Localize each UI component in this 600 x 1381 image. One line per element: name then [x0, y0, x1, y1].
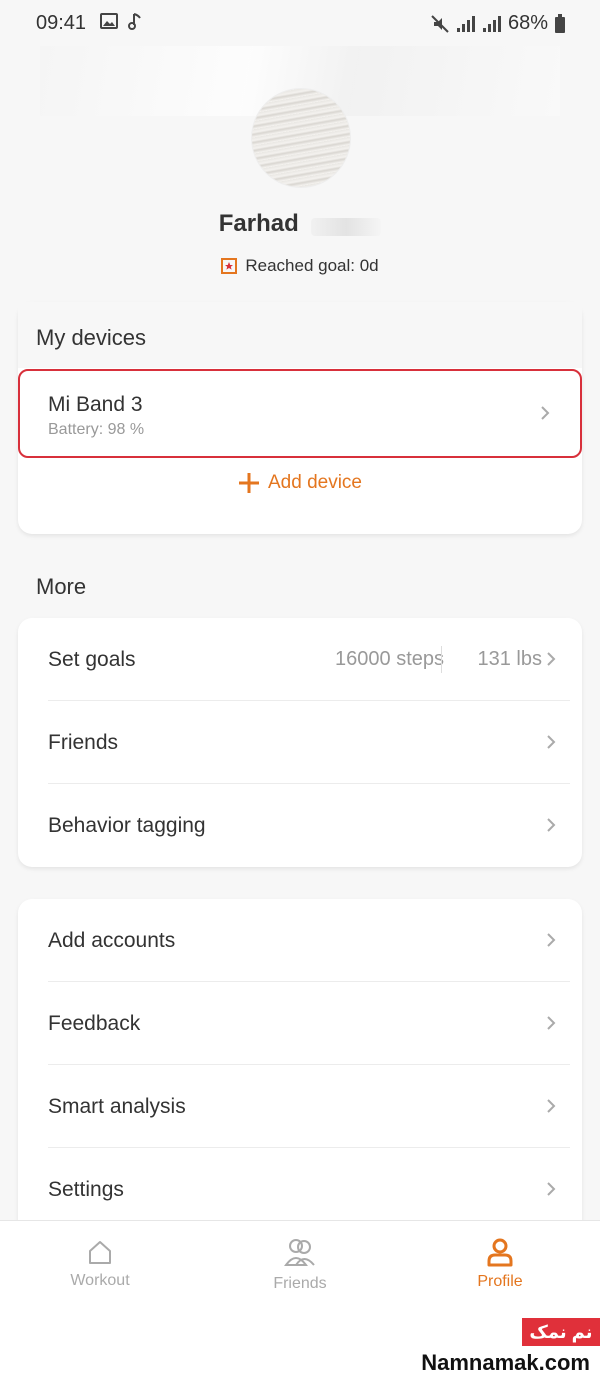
- set-goals-label: Set goals: [48, 648, 136, 671]
- goal-row: Reached goal: 0d: [0, 256, 600, 276]
- nav-profile[interactable]: Profile: [400, 1221, 600, 1321]
- friends-icon: [284, 1239, 315, 1266]
- watermark-text: Namnamak.com: [421, 1350, 590, 1375]
- row-behavior-tagging[interactable]: Behavior tagging: [48, 784, 570, 867]
- nav-friends[interactable]: Friends: [200, 1221, 400, 1321]
- row-settings[interactable]: Settings: [48, 1148, 570, 1231]
- watermark-badge: نم نمک: [522, 1318, 600, 1346]
- signal-icon: [482, 15, 501, 32]
- device-battery: Battery: 98 %: [48, 421, 145, 438]
- redacted-surname: [311, 217, 382, 236]
- profile-name-row: Farhad: [0, 210, 600, 238]
- music-note-icon: [128, 13, 141, 30]
- row-smart-analysis[interactable]: Smart analysis: [48, 1065, 570, 1148]
- avatar[interactable]: [251, 88, 351, 188]
- behavior-tagging-label: Behavior tagging: [48, 814, 206, 837]
- image-icon: [100, 13, 118, 29]
- status-bar: 09:41 68%: [0, 0, 600, 46]
- add-accounts-label: Add accounts: [48, 929, 176, 952]
- mute-icon: [431, 14, 449, 33]
- screen: 09:41 68% Farhad Reached goal: 0d My dev…: [0, 0, 600, 1381]
- home-icon: [89, 1241, 111, 1264]
- chevron-right-icon: [547, 933, 556, 947]
- chevron-right-icon: [547, 1099, 556, 1113]
- chevron-right-icon: [547, 735, 556, 749]
- device-name: Mi Band 3: [48, 393, 143, 416]
- add-device-label: Add device: [267, 472, 362, 493]
- feedback-label: Feedback: [48, 1012, 141, 1035]
- chevron-right-icon: [547, 818, 556, 832]
- goal-text: Reached goal: 0d: [245, 256, 379, 275]
- device-item-mi-band[interactable]: Mi Band 3 Battery: 98 %: [18, 369, 582, 458]
- row-add-accounts[interactable]: Add accounts: [48, 899, 570, 982]
- chevron-right-icon: [547, 652, 556, 666]
- value-divider: [441, 646, 442, 673]
- weight-value: 131 lbs: [477, 648, 543, 670]
- row-set-goals[interactable]: Set goals 16000 steps 131 lbs: [48, 618, 570, 701]
- chevron-right-icon: [541, 406, 550, 420]
- steps-value: 16000 steps: [335, 648, 444, 670]
- settings-label: Settings: [48, 1178, 124, 1201]
- section-title-devices: My devices: [36, 325, 147, 350]
- chevron-right-icon: [547, 1182, 556, 1196]
- add-device-button[interactable]: Add device: [0, 472, 600, 494]
- row-friends[interactable]: Friends: [48, 701, 570, 784]
- status-time: 09:41: [36, 12, 87, 34]
- row-feedback[interactable]: Feedback: [48, 982, 570, 1065]
- signal-icon: [456, 15, 475, 32]
- friends-label: Friends: [48, 731, 119, 754]
- nav-workout[interactable]: Workout: [0, 1221, 200, 1321]
- battery-icon: [555, 13, 565, 33]
- more-card: Set goals 16000 steps 131 lbs Friends Be…: [18, 618, 582, 867]
- goal-badge-icon: [221, 258, 238, 274]
- profile-name: Farhad: [218, 210, 299, 237]
- chevron-right-icon: [547, 1016, 556, 1030]
- section-title-more: More: [36, 574, 87, 599]
- settings-card: Add accounts Feedback Smart analysis Set…: [18, 899, 582, 1239]
- nav-workout-label: Workout: [70, 1272, 130, 1289]
- smart-analysis-label: Smart analysis: [48, 1095, 186, 1118]
- nav-friends-label: Friends: [273, 1275, 327, 1292]
- bottom-nav: Workout Friends Profile: [0, 1220, 600, 1320]
- status-left-icons: [100, 12, 142, 30]
- profile-icon: [487, 1238, 513, 1267]
- status-right: 68%: [430, 12, 566, 35]
- plus-icon: [238, 473, 259, 493]
- nav-profile-label: Profile: [477, 1273, 523, 1290]
- battery-percent: 68%: [507, 12, 548, 34]
